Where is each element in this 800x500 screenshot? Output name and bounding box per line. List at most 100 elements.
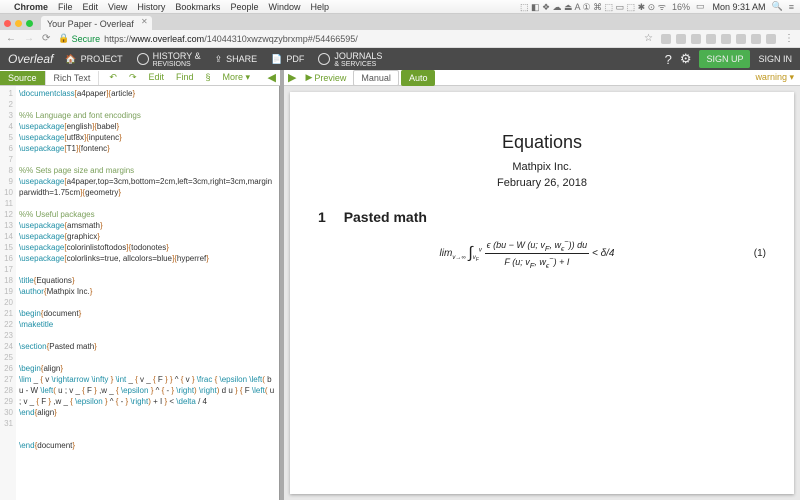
share-icon: ⇪	[215, 54, 223, 65]
section-heading: 1 Pasted math	[318, 209, 766, 225]
maximize-window-icon[interactable]	[26, 20, 33, 27]
menu-bookmarks[interactable]: Bookmarks	[175, 2, 220, 12]
project-button[interactable]: 🏠 PROJECT	[65, 54, 122, 65]
ext-icon[interactable]	[766, 34, 776, 44]
ext-icon[interactable]	[751, 34, 761, 44]
spotlight-icon[interactable]: 🔍	[772, 1, 783, 12]
journals-sublabel: & SERVICES	[334, 61, 382, 68]
doc-author: Mathpix Inc.	[318, 161, 766, 173]
ext-icon[interactable]	[721, 34, 731, 44]
journals-button[interactable]: JOURNALS& SERVICES	[318, 51, 382, 68]
menu-edit[interactable]: Edit	[83, 2, 99, 12]
redo-icon[interactable]: ↷	[123, 70, 143, 85]
edit-menu[interactable]: Edit	[142, 70, 170, 85]
menu-help[interactable]: Help	[310, 2, 329, 12]
auto-button[interactable]: Auto	[401, 70, 436, 86]
doc-title: Equations	[318, 132, 766, 153]
more-menu[interactable]: More ▾	[217, 70, 257, 85]
rendered-page: Equations Mathpix Inc. February 26, 2018…	[290, 92, 794, 494]
section-title: Pasted math	[344, 209, 427, 225]
ext-icon[interactable]	[706, 34, 716, 44]
menu-file[interactable]: File	[58, 2, 73, 12]
code-area[interactable]: \documentclass[a4paper]{article} %% Lang…	[16, 86, 279, 500]
editor-toolbar: Source Rich Text ↶ ↷ Edit Find § More ▾ …	[0, 70, 280, 86]
doc-date: February 26, 2018	[318, 177, 766, 189]
preview-toolbar: ▶ ▶ Preview Manual Auto warning ▾	[284, 70, 800, 86]
ext-icon[interactable]	[676, 34, 686, 44]
secure-label: Secure	[72, 34, 101, 44]
status-icons[interactable]: ⬚ ◧ ❖ ☁ ⏏ A ① ⌘ ⬚ ▭ ⬚ ✱ ⊙ ᯤ	[520, 0, 666, 13]
hamburger-icon[interactable]: ≡	[789, 2, 794, 12]
source-tab[interactable]: Source	[0, 71, 46, 85]
secure-badge[interactable]: 🔒 Secure	[58, 33, 100, 44]
section-number: 1	[318, 209, 326, 225]
richtext-tab[interactable]: Rich Text	[46, 71, 100, 85]
browser-tab[interactable]: Your Paper - Overleaf ✕	[41, 16, 152, 30]
preview-button[interactable]: ▶ Preview	[300, 70, 351, 85]
pdf-label: PDF	[286, 54, 304, 64]
mac-menubar: Chrome File Edit View History Bookmarks …	[0, 0, 800, 14]
line-gutter: 1234567891011121314151617181920212223242…	[0, 86, 16, 500]
url-domain: www.overleaf.com	[131, 34, 204, 44]
history-icon	[137, 53, 149, 65]
lock-icon: 🔒	[58, 33, 69, 44]
equation-number: (1)	[736, 248, 766, 259]
signin-button[interactable]: SIGN IN	[758, 54, 792, 64]
menu-history[interactable]: History	[137, 2, 165, 12]
history-button[interactable]: HISTORY &REVISIONS	[137, 51, 201, 68]
collapse-editor-icon[interactable]: ◀	[264, 71, 280, 84]
signup-button[interactable]: SIGN UP	[699, 50, 750, 68]
bookmark-icon[interactable]: ☆	[644, 33, 653, 44]
preview-pane[interactable]: Equations Mathpix Inc. February 26, 2018…	[284, 86, 800, 500]
main-split: 1234567891011121314151617181920212223242…	[0, 86, 800, 500]
pdf-icon: 📄	[271, 54, 282, 65]
chrome-toolbar: ← → ⟳ 🔒 Secure https://www.overleaf.com/…	[0, 30, 800, 48]
battery-pct: 16%	[672, 2, 690, 12]
menu-people[interactable]: People	[230, 2, 258, 12]
play-icon: ▶	[305, 72, 312, 83]
ext-icon[interactable]	[661, 34, 671, 44]
journals-label: JOURNALS	[334, 51, 382, 61]
menu-view[interactable]: View	[108, 2, 127, 12]
collapse-preview-icon[interactable]: ▶	[284, 71, 300, 84]
pdf-button[interactable]: 📄 PDF	[271, 54, 304, 65]
battery-icon: ▭	[696, 1, 705, 12]
section-menu[interactable]: §	[200, 70, 217, 85]
minimize-window-icon[interactable]	[15, 20, 22, 27]
menu-window[interactable]: Window	[268, 2, 300, 12]
address-bar[interactable]: 🔒 Secure https://www.overleaf.com/140443…	[58, 33, 636, 44]
editor-pane[interactable]: 1234567891011121314151617181920212223242…	[0, 86, 280, 500]
undo-icon[interactable]: ↶	[103, 70, 123, 85]
ext-icon[interactable]	[736, 34, 746, 44]
clock: Mon 9:31 AM	[712, 2, 765, 12]
back-button[interactable]: ←	[6, 33, 16, 44]
tab-close-icon[interactable]: ✕	[141, 17, 148, 26]
chrome-menu-icon[interactable]: ⋮	[784, 33, 794, 44]
chrome-tab-strip: Your Paper - Overleaf ✕	[0, 14, 800, 30]
equation-body: limv→∞ ∫vFv ϵ (bu − W (u; vF, wϵ−)) du F…	[318, 237, 736, 270]
reload-button[interactable]: ⟳	[42, 33, 50, 44]
forward-button: →	[24, 33, 34, 44]
ext-icon[interactable]	[691, 34, 701, 44]
app-name[interactable]: Chrome	[14, 2, 48, 12]
window-controls	[4, 20, 33, 27]
history-label: HISTORY &	[153, 51, 201, 61]
preview-label: Preview	[314, 73, 346, 83]
manual-button[interactable]: Manual	[353, 70, 399, 86]
share-button[interactable]: ⇪ SHARE	[215, 54, 258, 65]
settings-icon[interactable]: ⚙	[680, 51, 692, 67]
warning-badge[interactable]: warning ▾	[755, 72, 794, 83]
history-sublabel: REVISIONS	[153, 61, 201, 68]
tab-title: Your Paper - Overleaf	[47, 19, 134, 29]
journals-icon	[318, 53, 330, 65]
share-label: SHARE	[226, 54, 257, 64]
overleaf-logo[interactable]: Overleaf	[8, 52, 53, 66]
project-icon: 🏠	[65, 54, 76, 65]
url-prefix: https://	[104, 34, 131, 44]
project-label: PROJECT	[81, 54, 123, 64]
find-menu[interactable]: Find	[170, 70, 200, 85]
close-window-icon[interactable]	[4, 20, 11, 27]
equation: limv→∞ ∫vFv ϵ (bu − W (u; vF, wϵ−)) du F…	[318, 237, 766, 270]
url-path: /14044310xwzwqzybrxmp#/54466595/	[204, 34, 358, 44]
help-icon[interactable]: ?	[665, 52, 672, 67]
